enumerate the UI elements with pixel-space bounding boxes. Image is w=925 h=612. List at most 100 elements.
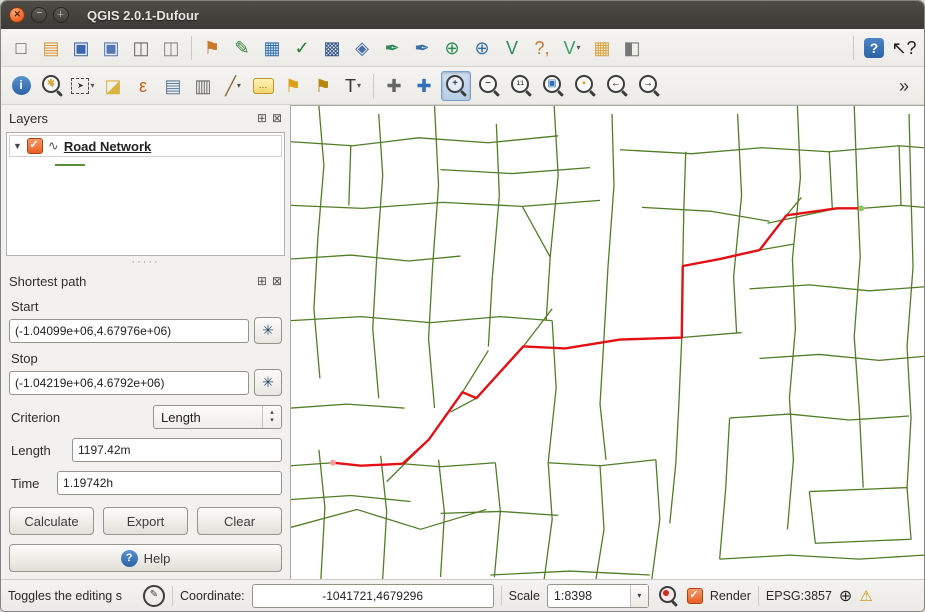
layer-symbol-swatch	[55, 164, 85, 166]
check-geometry-icon[interactable]: ✓	[289, 34, 315, 62]
quill-green-icon[interactable]: ✒	[379, 34, 405, 62]
layers-close-icon[interactable]: ⊠	[272, 111, 282, 125]
raster-tools-icon[interactable]: ▩	[319, 34, 345, 62]
expression-select-icon[interactable]: ε	[130, 72, 156, 100]
zoom-next-icon[interactable]: →	[635, 72, 663, 100]
messages-warning-icon[interactable]: ⚠	[859, 587, 872, 605]
select-by-expression-icon[interactable]: ✱▾	[38, 72, 66, 100]
clear-button[interactable]: Clear	[197, 507, 282, 535]
title-bar[interactable]: QGIS 2.0.1-Dufour	[1, 1, 924, 29]
left-dock: Layers ⊞ ⊠ ▼ ∿ Road Network ····· Shorte…	[1, 105, 291, 579]
layer-name[interactable]: Road Network	[64, 139, 151, 154]
pan-to-selection-icon[interactable]: ✚	[411, 72, 437, 100]
window-close-button[interactable]	[9, 7, 25, 23]
whats-this-icon[interactable]: ↖?	[891, 34, 917, 62]
toolbar-overflow-icon[interactable]: »	[891, 72, 917, 100]
time-output[interactable]	[57, 471, 282, 495]
project-save-icon[interactable]: ▣	[68, 34, 94, 62]
render-checkbox[interactable]	[687, 588, 703, 604]
identify-features-icon[interactable]: i	[8, 72, 34, 100]
capture-start-button[interactable]: ✳	[254, 317, 282, 344]
attribute-table-icon[interactable]: ▤	[160, 72, 186, 100]
help-button-label: Help	[144, 551, 171, 566]
measure-icon[interactable]: ╱▾	[220, 72, 246, 100]
stop-render-icon[interactable]	[656, 584, 680, 608]
editing-status-icon[interactable]: ✎	[143, 585, 165, 607]
project-open-icon[interactable]: ▤	[38, 34, 64, 62]
scale-combobox[interactable]: 1:8398 ▾	[547, 584, 649, 608]
criterion-value: Length	[161, 410, 201, 425]
layer-row-road-network[interactable]: ▼ ∿ Road Network	[9, 135, 282, 157]
map-canvas[interactable]	[291, 105, 924, 579]
scale-label: Scale	[509, 589, 540, 603]
dropdown-arrow-icon[interactable]: ▾	[357, 81, 361, 90]
dock-splitter[interactable]: ·····	[1, 256, 290, 268]
text-annotation-icon[interactable]: T▾	[340, 72, 366, 100]
start-input[interactable]	[9, 319, 249, 343]
layers-float-icon[interactable]: ⊞	[257, 111, 267, 125]
scale-dropdown-icon[interactable]: ▾	[630, 585, 648, 607]
road-network-map[interactable]	[291, 106, 924, 579]
help-button[interactable]: ? Help	[9, 544, 282, 572]
statistics-icon[interactable]: ▥	[190, 72, 216, 100]
dropdown-arrow-icon[interactable]: ▾	[577, 43, 581, 52]
project-save-as-icon[interactable]: ▣	[98, 34, 124, 62]
quill-blue-icon[interactable]: ✒	[409, 34, 435, 62]
zoom-full-icon[interactable]: ▣	[539, 72, 567, 100]
globe-green-icon[interactable]: ⊕	[439, 34, 465, 62]
zoom-to-selection-icon[interactable]: ▪	[571, 72, 599, 100]
deselect-all-icon[interactable]: ◪	[100, 72, 126, 100]
toolbar-separator	[373, 74, 374, 98]
spatial-query-icon[interactable]: ◈	[349, 34, 375, 62]
dropdown-arrow-icon[interactable]: ▾	[237, 81, 241, 90]
shortest-path-close-icon[interactable]: ⊠	[272, 274, 282, 288]
select-rectangle-icon[interactable]: ➤▾	[70, 72, 96, 100]
shortest-path-float-icon[interactable]: ⊞	[257, 274, 267, 288]
stop-input[interactable]	[9, 371, 249, 395]
new-shapefile-icon[interactable]: V▾	[559, 34, 585, 62]
zoom-last-icon[interactable]: ←	[603, 72, 631, 100]
calculate-button[interactable]: Calculate	[9, 507, 94, 535]
layer-visibility-checkbox[interactable]	[27, 138, 43, 154]
capture-stop-button[interactable]: ✳	[254, 369, 282, 396]
project-new-icon[interactable]: □	[8, 34, 34, 62]
node-tool-icon[interactable]: ▦	[259, 34, 285, 62]
window-maximize-button[interactable]	[53, 7, 69, 23]
composer-manager-icon[interactable]: ◫	[158, 34, 184, 62]
digitize-line-icon[interactable]: ✎	[229, 34, 255, 62]
criterion-combobox[interactable]: Length ▴▾	[153, 405, 282, 429]
add-grid-layer-icon[interactable]: ▦	[589, 34, 615, 62]
toolbar-separator	[191, 36, 192, 60]
globe-blue-icon[interactable]: ⊕	[469, 34, 495, 62]
layers-tree[interactable]: ▼ ∿ Road Network	[6, 132, 285, 256]
stop-label: Stop	[11, 351, 280, 366]
zoom-out-icon[interactable]: −	[475, 72, 503, 100]
pan-map-icon[interactable]: ✚	[381, 72, 407, 100]
help-icon: ?	[121, 550, 138, 567]
help-contents-icon[interactable]: ?	[861, 34, 887, 62]
capture-point-icon[interactable]: ⚑	[199, 34, 225, 62]
combo-spinner-icon[interactable]: ▴▾	[262, 406, 281, 428]
show-bookmarks-icon[interactable]: ⚑	[310, 72, 336, 100]
new-window-icon[interactable]: ◧	[619, 34, 645, 62]
scale-value: 1:8398	[554, 589, 592, 603]
zoom-native-icon[interactable]: 1:1	[507, 72, 535, 100]
criterion-label: Criterion	[11, 410, 60, 425]
export-button[interactable]: Export	[103, 507, 188, 535]
status-bar: Toggles the editing s ✎ Coordinate: Scal…	[1, 579, 924, 611]
length-label: Length	[11, 443, 51, 458]
new-print-composer-icon[interactable]: ◫	[128, 34, 154, 62]
new-bookmark-icon[interactable]: ⚑	[280, 72, 306, 100]
expand-triangle-icon[interactable]: ▼	[13, 141, 22, 151]
coordinate-input[interactable]	[252, 584, 494, 608]
vector-globe-icon[interactable]: V	[499, 34, 525, 62]
zoom-in-icon[interactable]: +	[441, 71, 471, 101]
map-tips-icon[interactable]: …	[250, 72, 276, 100]
window-minimize-button[interactable]	[31, 7, 47, 23]
length-output[interactable]	[72, 438, 282, 462]
qgis-window: QGIS 2.0.1-Dufour □▤▣▣◫◫⚑✎▦✓▩◈✒✒⊕⊕V?,V▾▦…	[0, 0, 925, 612]
crs-globe-icon[interactable]: ⊕	[839, 586, 852, 606]
window-title: QGIS 2.0.1-Dufour	[87, 8, 199, 23]
dropdown-arrow-icon[interactable]: ▾	[90, 81, 94, 90]
comment-icon[interactable]: ?,	[529, 34, 555, 62]
